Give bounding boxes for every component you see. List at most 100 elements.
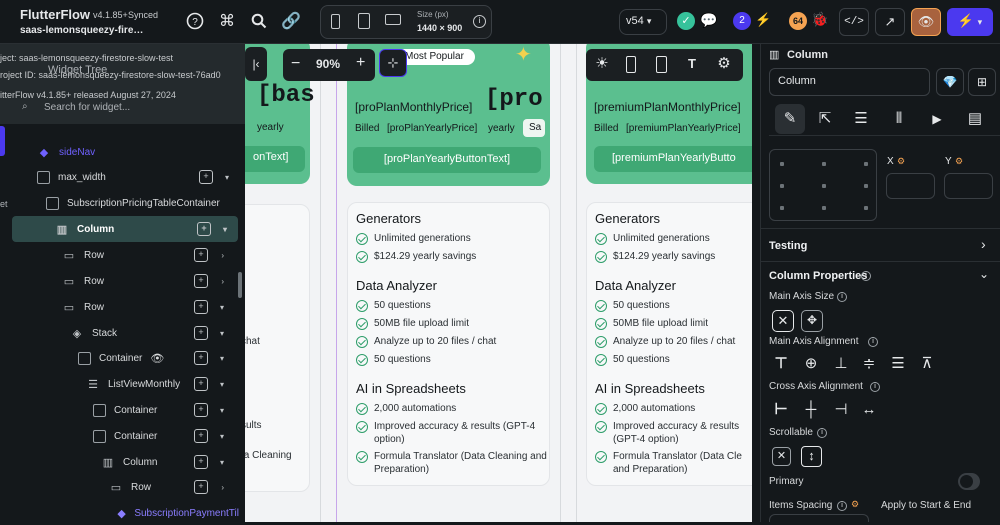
alignment-grid[interactable] bbox=[769, 149, 877, 221]
tree-item-container-2[interactable]: Container + ▾ bbox=[93, 398, 232, 422]
desktop-icon[interactable] bbox=[385, 14, 401, 25]
open-external-icon[interactable]: ↗ bbox=[875, 8, 905, 36]
tree-item-max-width[interactable]: max_width + ▾ bbox=[37, 165, 237, 189]
add-child-icon[interactable]: + bbox=[194, 326, 208, 340]
basic-button[interactable]: onText] bbox=[245, 146, 305, 172]
pro-yearly-button[interactable]: [proPlanYearlyButtonText] bbox=[353, 147, 541, 173]
add-child-icon[interactable]: + bbox=[199, 170, 213, 184]
axis-size-min-icon[interactable]: ✕ bbox=[772, 310, 794, 332]
caret-icon[interactable]: ▾ bbox=[220, 432, 224, 441]
info-icon[interactable]: i bbox=[861, 271, 871, 281]
add-child-icon[interactable]: + bbox=[194, 480, 208, 494]
info-icon[interactable]: i bbox=[837, 501, 847, 511]
bug-icon[interactable]: 🐞 bbox=[811, 11, 828, 28]
tree-scrollbar[interactable] bbox=[238, 272, 242, 298]
tree-item-listview[interactable]: ☰ ListViewMonthly + ▾ bbox=[86, 372, 232, 396]
cross-end-icon[interactable]: ⊣ bbox=[829, 400, 853, 420]
alignment-dot[interactable] bbox=[780, 162, 784, 166]
tree-item-row-2[interactable]: ▭ Row + › bbox=[62, 269, 232, 293]
space-around-icon[interactable]: ☰ bbox=[886, 354, 910, 374]
code-icon[interactable]: </> bbox=[839, 8, 869, 36]
add-child-icon[interactable]: + bbox=[194, 403, 208, 417]
add-child-icon[interactable]: + bbox=[194, 300, 208, 314]
tab-play-icon[interactable]: ▶ bbox=[927, 109, 947, 129]
zoom-in-icon[interactable]: + bbox=[356, 54, 365, 72]
space-evenly-icon[interactable]: ⊼ bbox=[915, 354, 939, 374]
scrollable-on-icon[interactable]: ↕ bbox=[801, 446, 822, 467]
add-child-icon[interactable]: + bbox=[194, 274, 208, 288]
chevron-down-icon[interactable]: ⌄ bbox=[979, 267, 989, 281]
space-between-icon[interactable]: ≑ bbox=[857, 354, 881, 374]
add-widget-icon[interactable]: ⊞ bbox=[968, 68, 996, 96]
add-child-icon[interactable]: + bbox=[194, 351, 208, 365]
info-icon[interactable]: i bbox=[473, 15, 486, 28]
tree-item-pricing-container[interactable]: SubscriptionPricingTableContainer bbox=[46, 191, 240, 215]
preview-eye-icon[interactable]: 👁 bbox=[911, 8, 941, 36]
zoom-level[interactable]: 90% bbox=[316, 57, 340, 71]
text-scale-icon[interactable]: T bbox=[682, 54, 702, 74]
align-center-icon[interactable]: ⊕ bbox=[799, 354, 823, 374]
caret-icon[interactable]: ▾ bbox=[223, 225, 227, 234]
cross-stretch-icon[interactable]: ↔ bbox=[857, 400, 881, 420]
info-icon[interactable]: i bbox=[870, 382, 880, 392]
tab-properties-icon[interactable]: ✎ bbox=[775, 104, 805, 134]
project-name[interactable]: saas-lemonsqueezy-firestore-slow-test bbox=[20, 25, 145, 36]
select-mode-icon[interactable]: ⊹ bbox=[379, 49, 407, 77]
tab-actions-icon[interactable]: ⇱ bbox=[815, 109, 835, 129]
alignment-dot[interactable] bbox=[864, 162, 868, 166]
alignment-dot[interactable] bbox=[822, 206, 826, 210]
command-icon[interactable]: ⌘ bbox=[216, 10, 238, 32]
caret-icon[interactable]: ▾ bbox=[220, 354, 224, 363]
caret-icon[interactable]: ▾ bbox=[225, 173, 229, 182]
tab-animations-icon[interactable]: ⫴ bbox=[889, 109, 909, 129]
notification-badge[interactable]: 2 bbox=[733, 12, 751, 30]
light-mode-icon[interactable]: ☀ bbox=[592, 54, 612, 74]
align-start-icon[interactable]: ⊤ bbox=[769, 354, 793, 374]
alignment-dot[interactable] bbox=[780, 206, 784, 210]
info-icon[interactable]: i bbox=[817, 428, 827, 438]
tree-item-row-1[interactable]: ▭ Row + › bbox=[62, 243, 232, 267]
widget-name-input[interactable]: Column bbox=[769, 68, 930, 96]
primary-toggle[interactable] bbox=[958, 473, 980, 490]
caret-icon[interactable]: › bbox=[221, 483, 224, 492]
cross-center-icon[interactable]: ┼ bbox=[799, 400, 823, 420]
add-child-icon[interactable]: + bbox=[197, 222, 211, 236]
cross-start-icon[interactable]: ⊢ bbox=[769, 400, 793, 420]
premium-yearly-button[interactable]: [premiumPlanYearlyButto bbox=[594, 146, 752, 172]
help-icon[interactable]: ? bbox=[184, 10, 206, 32]
check-icon[interactable]: ✓ bbox=[677, 12, 695, 30]
widget-search-input[interactable]: Search for widget... bbox=[44, 102, 130, 113]
device-frame-icon[interactable] bbox=[626, 56, 636, 73]
visibility-eye-icon[interactable]: 👁 bbox=[150, 352, 164, 365]
tree-item-payment-tile[interactable]: ◆ SubscriptionPaymentTil bbox=[117, 501, 239, 525]
zoom-out-icon[interactable]: − bbox=[291, 55, 300, 73]
gem-icon[interactable]: 💎 bbox=[936, 68, 964, 96]
y-input[interactable] bbox=[944, 173, 993, 199]
caret-icon[interactable]: ▾ bbox=[220, 329, 224, 338]
size-value[interactable]: 1440 × 900 bbox=[417, 23, 462, 33]
alignment-dot[interactable] bbox=[864, 184, 868, 188]
alignment-dot[interactable] bbox=[822, 184, 826, 188]
x-variable-icon[interactable]: ⚙ bbox=[897, 156, 905, 167]
version-select[interactable]: v54 ▾ bbox=[619, 9, 667, 35]
caret-icon[interactable]: ▾ bbox=[220, 380, 224, 389]
tree-item-row-3[interactable]: ▭ Row + ▾ bbox=[62, 295, 232, 319]
add-child-icon[interactable]: + bbox=[194, 429, 208, 443]
caret-icon[interactable]: ▾ bbox=[220, 458, 224, 467]
tree-item-container[interactable]: Container 👁 + ▾ bbox=[78, 346, 232, 370]
info-icon[interactable]: i bbox=[837, 292, 847, 302]
info-icon[interactable]: i bbox=[868, 337, 878, 347]
widget-settings-icon[interactable]: ⚙ bbox=[714, 54, 734, 74]
x-input[interactable] bbox=[886, 173, 935, 199]
scrollable-off-icon[interactable]: ✕ bbox=[772, 447, 791, 466]
add-child-icon[interactable]: + bbox=[194, 455, 208, 469]
caret-icon[interactable]: ▾ bbox=[220, 406, 224, 415]
items-spacing-input[interactable] bbox=[769, 514, 869, 522]
alignment-dot[interactable] bbox=[864, 206, 868, 210]
tree-item-container-3[interactable]: Container + ▾ bbox=[93, 424, 232, 448]
warning-count-badge[interactable]: 64 bbox=[789, 12, 807, 30]
y-variable-icon[interactable]: ⚙ bbox=[955, 156, 963, 167]
tab-backend-icon[interactable]: ☰ bbox=[851, 109, 871, 129]
tree-item-sidenav[interactable]: ◆ sideNav bbox=[37, 140, 95, 164]
tree-item-stack[interactable]: ◈ Stack + ▾ bbox=[70, 321, 232, 345]
